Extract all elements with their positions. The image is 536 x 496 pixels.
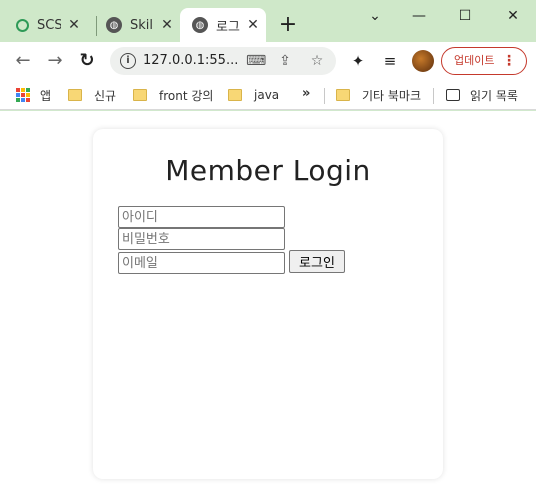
maximize-icon[interactable]: ☐ bbox=[442, 4, 488, 28]
globe-icon: ◍ bbox=[192, 17, 208, 33]
tab-scs[interactable]: SCS ✕ bbox=[0, 8, 96, 42]
folder-icon bbox=[336, 89, 350, 101]
address-bar[interactable]: i 127.0.0.1:55... ⌨ ⇪ ☆ bbox=[110, 47, 336, 75]
reading-list[interactable]: 읽기 목록 bbox=[446, 85, 518, 105]
new-tab-button[interactable]: + bbox=[278, 12, 298, 38]
login-card: Member Login 로그인 bbox=[93, 129, 443, 479]
browser-toolbar: ← → ↻ i 127.0.0.1:55... ⌨ ⇪ ☆ ✦ ≡ 업데이트 ⋮ bbox=[0, 42, 536, 80]
close-icon[interactable]: ✕ bbox=[67, 17, 81, 33]
extensions-icon[interactable]: ✦ bbox=[348, 51, 368, 71]
bookmark-folder-new[interactable]: 신규 bbox=[68, 85, 116, 105]
reload-icon[interactable]: ↻ bbox=[76, 50, 98, 72]
bookmarks-divider bbox=[324, 88, 325, 104]
update-button[interactable]: 업데이트 ⋮ bbox=[441, 47, 527, 75]
minimize-icon[interactable]: — bbox=[396, 4, 442, 28]
avatar[interactable] bbox=[412, 50, 434, 72]
bookmark-folder-front[interactable]: front 강의 bbox=[133, 85, 213, 105]
green-circle-icon bbox=[16, 18, 29, 32]
tab-title: Skill bbox=[130, 17, 154, 33]
bookmark-label: 신규 bbox=[94, 88, 117, 103]
bookmark-apps[interactable]: 앱 bbox=[16, 85, 51, 105]
address-url[interactable]: 127.0.0.1:55... bbox=[143, 53, 238, 68]
reading-list-icon bbox=[446, 89, 460, 101]
tab-title: 로그 bbox=[216, 19, 240, 35]
login-button[interactable]: 로그인 bbox=[289, 250, 345, 273]
share-icon[interactable]: ⇪ bbox=[276, 52, 294, 70]
id-input[interactable] bbox=[118, 206, 285, 228]
bookmark-label: java bbox=[254, 88, 280, 102]
globe-icon: ◍ bbox=[106, 17, 122, 33]
folder-icon bbox=[133, 89, 147, 101]
more-menu-icon[interactable]: ⋮ bbox=[502, 48, 516, 74]
close-icon[interactable]: ✕ bbox=[160, 17, 174, 33]
close-window-icon[interactable]: ✕ bbox=[490, 4, 536, 28]
forward-icon[interactable]: → bbox=[44, 50, 66, 72]
page-viewport: Member Login 로그인 bbox=[0, 111, 536, 496]
info-icon[interactable]: i bbox=[120, 53, 136, 69]
tab-search-icon[interactable]: ⌄ bbox=[352, 4, 398, 28]
update-button-label: 업데이트 bbox=[454, 54, 495, 67]
close-icon[interactable]: ✕ bbox=[246, 17, 260, 33]
bookmarks-divider bbox=[433, 88, 434, 104]
email-input[interactable] bbox=[118, 252, 285, 274]
bookmark-star-icon[interactable]: ☆ bbox=[308, 52, 326, 70]
bookmark-folder-java[interactable]: java bbox=[228, 85, 279, 105]
tab-title: SCS bbox=[37, 17, 61, 33]
translate-icon[interactable]: ⌨ bbox=[246, 52, 266, 70]
folder-icon bbox=[68, 89, 82, 101]
tab-skill[interactable]: ◍ Skill ✕ bbox=[90, 8, 180, 42]
password-input[interactable] bbox=[118, 228, 285, 250]
bookmark-label: 앱 bbox=[40, 88, 52, 103]
bookmark-folder-other[interactable]: 기타 북마크 bbox=[336, 85, 421, 105]
back-icon[interactable]: ← bbox=[12, 50, 34, 72]
media-queue-icon[interactable]: ≡ bbox=[380, 51, 400, 71]
folder-icon bbox=[228, 89, 242, 101]
bookmarks-bar: 앱 신규 front 강의 java » 기타 북마크 읽기 목록 bbox=[0, 80, 536, 110]
page-title: Member Login bbox=[165, 154, 371, 187]
apps-grid-icon bbox=[16, 88, 30, 102]
bookmark-label: front 강의 bbox=[159, 88, 214, 103]
bookmark-label: 기타 북마크 bbox=[362, 88, 422, 103]
tab-login[interactable]: ◍ 로그 ✕ bbox=[180, 8, 266, 42]
browser-titlebar: SCS ✕ ◍ Skill ✕ ◍ 로그 ✕ + ⌄ — ☐ ✕ bbox=[0, 0, 536, 42]
bookmarks-overflow-icon[interactable]: » bbox=[302, 86, 310, 101]
reading-list-label: 읽기 목록 bbox=[470, 88, 518, 103]
